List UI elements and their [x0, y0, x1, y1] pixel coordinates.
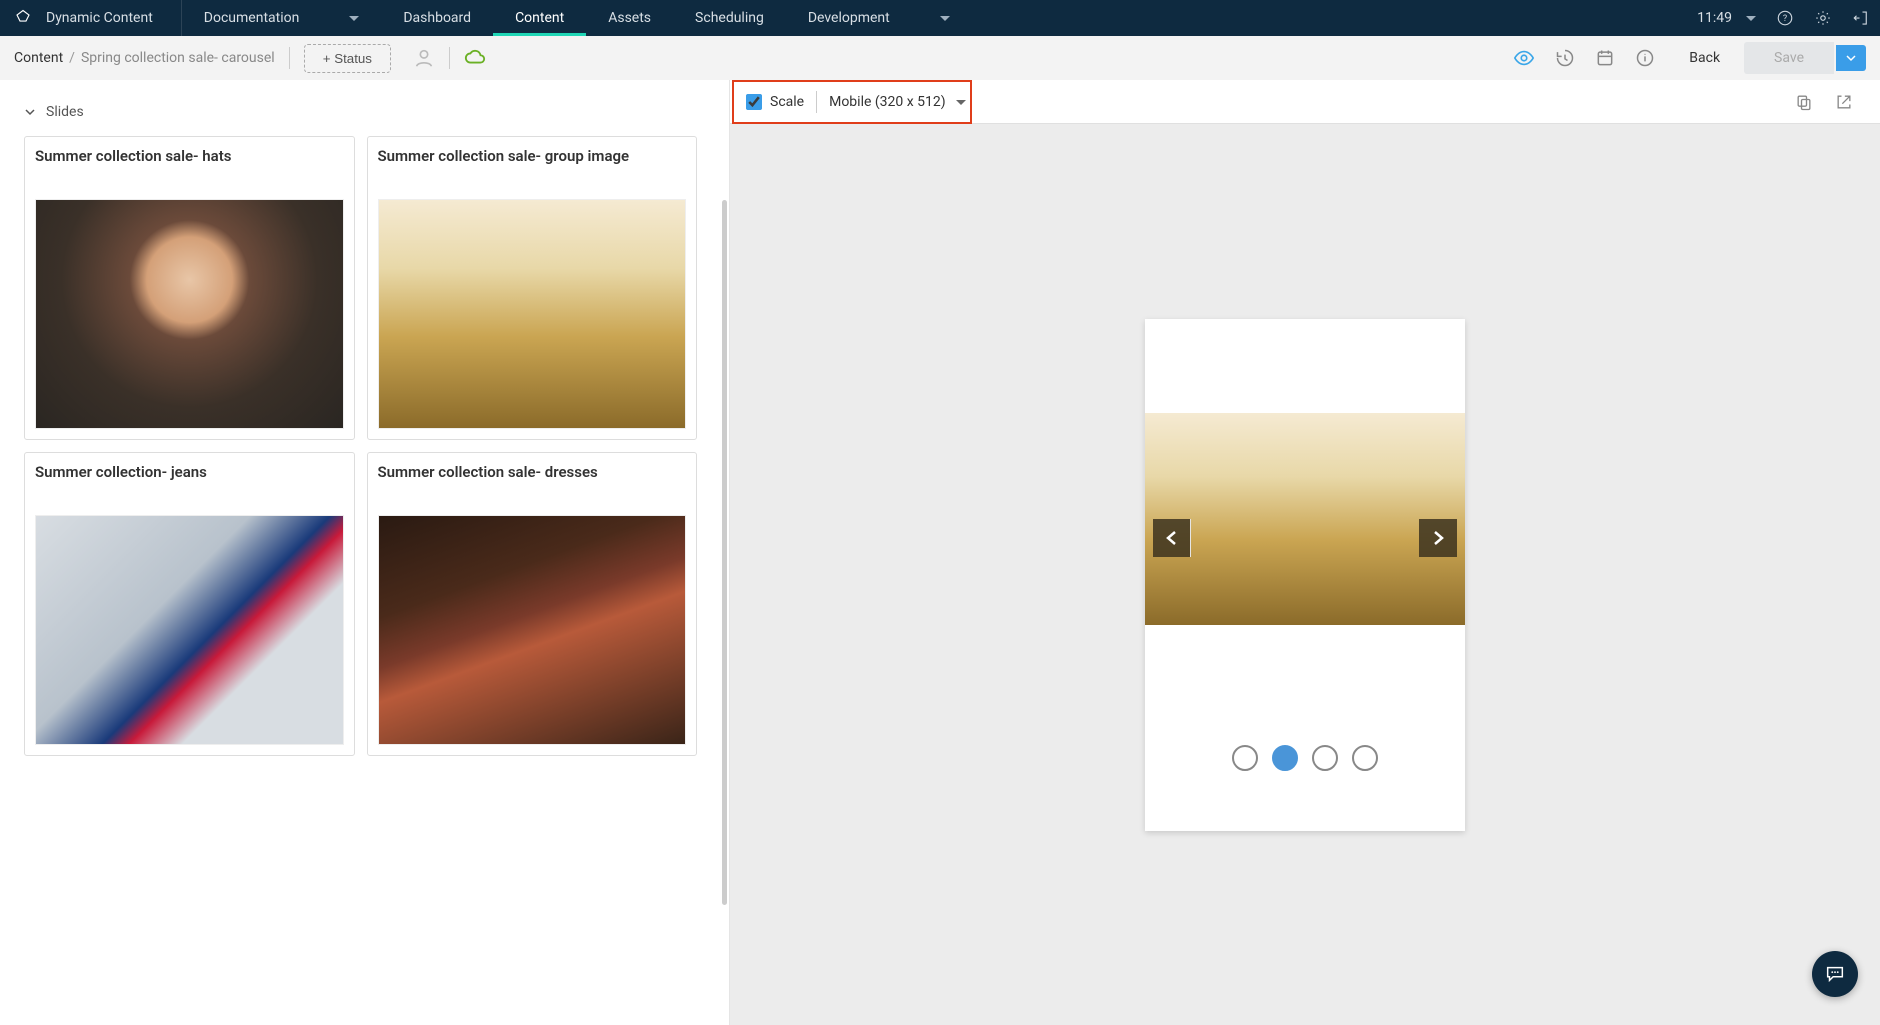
nav-scheduling[interactable]: Scheduling: [673, 0, 786, 36]
brand-name: Dynamic Content: [46, 0, 182, 36]
editor-panel: Slides Summer collection sale- hats Summ…: [0, 80, 730, 1025]
breadcrumb-separator: /: [63, 50, 81, 66]
carousel-dot[interactable]: [1232, 745, 1258, 771]
scale-label: Scale: [770, 94, 804, 110]
slides-section-label: Slides: [46, 104, 84, 120]
sub-toolbar: Content / Spring collection sale- carous…: [0, 36, 1880, 80]
carousel-slide-image: [1145, 413, 1465, 625]
slide-thumbnail: [378, 515, 687, 745]
nav-development[interactable]: Development: [786, 0, 972, 36]
history-icon[interactable]: [1545, 48, 1585, 68]
slide-card[interactable]: Summer collection sale- group image: [367, 136, 698, 440]
carousel-next-button[interactable]: [1419, 519, 1457, 557]
logout-icon[interactable]: [1842, 9, 1880, 27]
info-icon[interactable]: [1625, 48, 1665, 68]
top-navbar: Dynamic Content Documentation Dashboard …: [0, 0, 1880, 36]
breadcrumb-root[interactable]: Content: [14, 50, 63, 66]
author-icon[interactable]: [413, 47, 435, 69]
open-external-icon[interactable]: [1824, 92, 1864, 112]
save-button: Save: [1744, 42, 1834, 74]
schedule-icon[interactable]: [1585, 48, 1625, 68]
carousel-dot[interactable]: [1312, 745, 1338, 771]
sync-status-icon: [464, 47, 486, 69]
device-dropdown[interactable]: Mobile (320 x 512): [829, 94, 970, 110]
preview-toolbar: Scale Mobile (320 x 512): [730, 80, 1880, 124]
slide-thumbnail: [378, 199, 687, 429]
slide-title: Summer collection sale- hats: [35, 147, 344, 165]
clock-time: 11:49: [1683, 10, 1746, 26]
carousel-prev-button[interactable]: [1153, 519, 1191, 557]
device-preview-frame: [1145, 319, 1465, 831]
nav-documentation[interactable]: Documentation: [182, 0, 382, 36]
slide-title: Summer collection sale- group image: [378, 147, 687, 165]
preview-icon[interactable]: [1503, 47, 1545, 69]
scale-checkbox[interactable]: [746, 94, 762, 110]
carousel-dot[interactable]: [1352, 745, 1378, 771]
slides-section-toggle[interactable]: Slides: [18, 94, 703, 130]
slide-thumbnail: [35, 515, 344, 745]
carousel-dot[interactable]: [1272, 745, 1298, 771]
chevron-down-icon: [24, 106, 36, 118]
help-icon[interactable]: ?: [1766, 9, 1804, 27]
nav-content[interactable]: Content: [493, 0, 586, 36]
preview-panel: Scale Mobile (320 x 512): [730, 80, 1880, 1025]
slide-card[interactable]: Summer collection- jeans: [24, 452, 355, 756]
add-status-button[interactable]: + Status: [304, 44, 391, 73]
slide-thumbnail: [35, 199, 344, 429]
slide-title: Summer collection sale- dresses: [378, 463, 687, 481]
copy-icon[interactable]: [1784, 92, 1824, 112]
carousel-dots: [1145, 745, 1465, 771]
settings-icon[interactable]: [1804, 9, 1842, 27]
slide-title: Summer collection- jeans: [35, 463, 344, 481]
slide-card[interactable]: Summer collection sale- dresses: [367, 452, 698, 756]
clock-dropdown-icon[interactable]: [1746, 16, 1756, 26]
chat-fab[interactable]: [1812, 951, 1858, 997]
back-button[interactable]: Back: [1665, 50, 1744, 66]
nav-assets[interactable]: Assets: [586, 0, 673, 36]
slide-card[interactable]: Summer collection sale- hats: [24, 136, 355, 440]
breadcrumb-item: Spring collection sale- carousel: [81, 50, 275, 66]
save-dropdown[interactable]: [1836, 45, 1866, 71]
app-logo: [0, 9, 46, 27]
svg-text:?: ?: [1783, 14, 1787, 24]
nav-dashboard[interactable]: Dashboard: [381, 0, 493, 36]
